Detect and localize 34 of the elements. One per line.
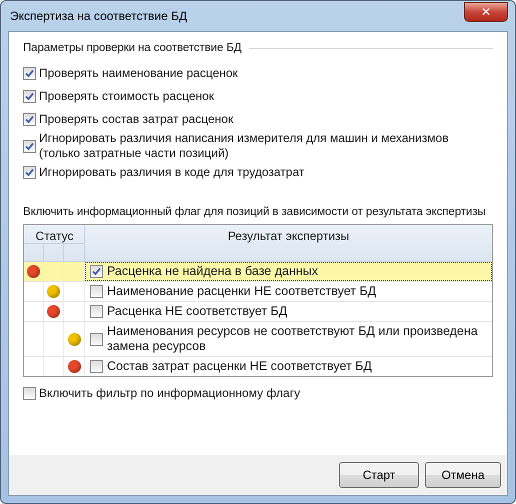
checkbox-label[interactable]: Проверять состав затрат расценок (39, 112, 234, 127)
table-row[interactable]: Расценка не найдена в базе данных (24, 262, 492, 282)
table-row[interactable]: Наименование расценки НЕ соответствует БД (24, 282, 492, 302)
result-label: Наименование расценки НЕ соответствует БД (107, 284, 376, 299)
checkbox[interactable] (90, 332, 103, 346)
checkbox-label[interactable]: Проверять наименование расценок (39, 66, 238, 81)
checkbox[interactable] (23, 387, 36, 400)
checkbox[interactable] (23, 67, 36, 80)
result-label: Состав затрат расценки НЕ соответствует БД (107, 359, 372, 374)
checkbox[interactable] (23, 166, 36, 179)
table-row[interactable]: Расценка НЕ соответствует БД (24, 302, 492, 322)
checkbox[interactable] (23, 113, 36, 126)
checkbox[interactable] (23, 90, 36, 103)
checkbox-label[interactable]: Проверять стоимость расценок (39, 89, 214, 104)
group-title: Включить информационный флаг для позиций в зависимости от результата экспертизы (23, 206, 486, 218)
table-row[interactable]: Наименования ресурсов не соответствуют БД или произведена замена ресурсов (24, 322, 492, 357)
column-header: Результат экспертизы (226, 228, 350, 245)
result-label: Наименования ресурсов не соответствуют БД или произведена замена ресурсов (107, 324, 479, 354)
checkbox-label[interactable]: Игнорировать различия написания измерителя для машин и механизмов (только затратные части позиций) (39, 131, 449, 161)
result-label: Расценка НЕ соответствует БД (107, 304, 288, 319)
start-button[interactable]: Старт (339, 462, 419, 488)
column-header: Статус (34, 228, 74, 243)
close-button[interactable]: ✕ (464, 2, 508, 22)
checkbox[interactable] (23, 140, 36, 152)
checkbox[interactable] (90, 265, 103, 278)
checkbox[interactable] (90, 285, 103, 298)
checkbox-label[interactable]: Включить фильтр по информационному флагу (39, 386, 300, 401)
cancel-button[interactable]: Отмена (425, 462, 501, 488)
group-title: Параметры проверки на соответствие БД (23, 42, 242, 54)
checkbox-label[interactable]: Игнорировать различия в коде для трудозатрат (39, 165, 304, 180)
checkbox[interactable] (90, 360, 103, 373)
checkbox[interactable] (90, 305, 103, 318)
window-title: Экспертиза на соответствие БД (9, 9, 188, 23)
result-label: Расценка не найдена в базе данных (107, 264, 318, 279)
